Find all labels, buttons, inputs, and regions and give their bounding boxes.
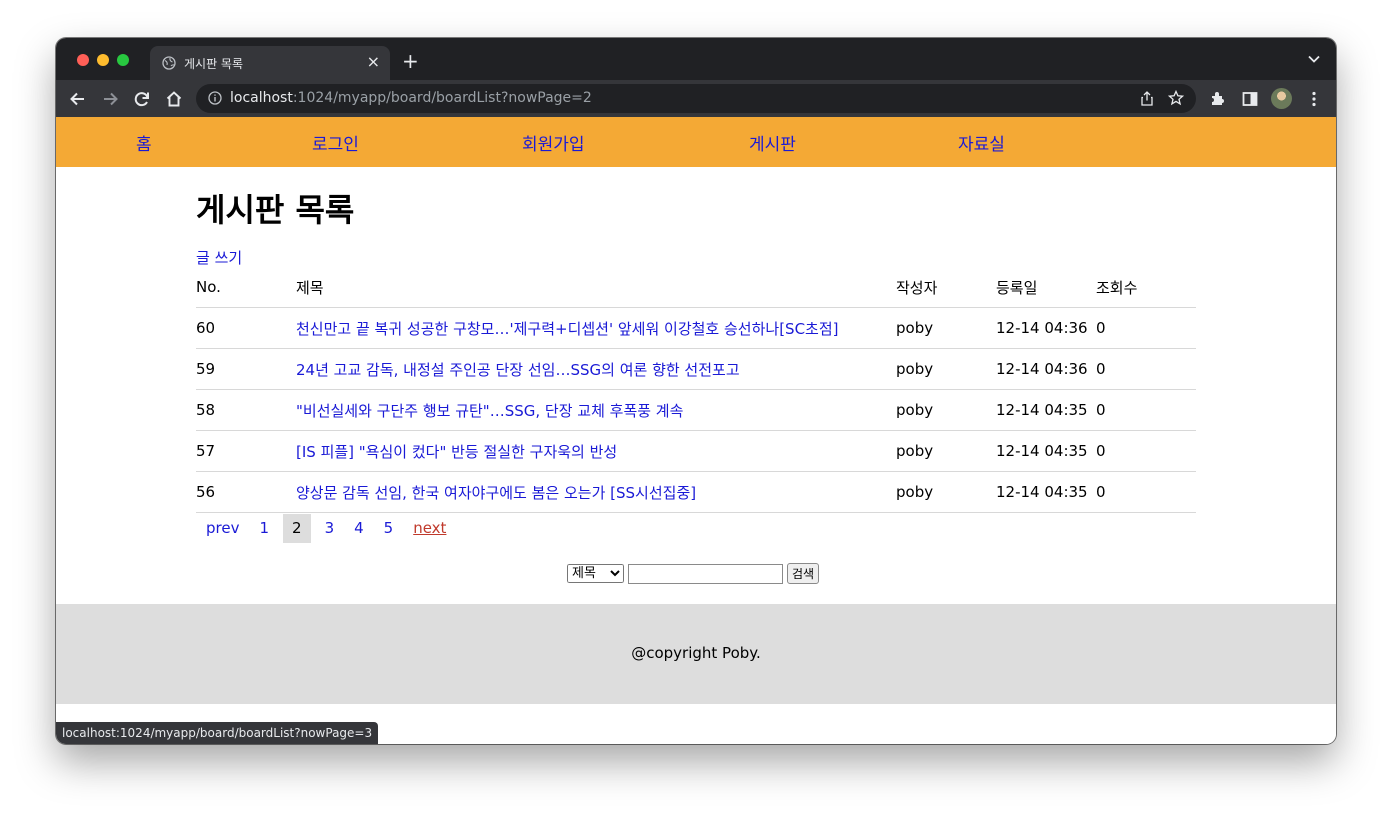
write-post-link[interactable]: 글 쓰기: [196, 247, 242, 268]
cell-title: 24년 고교 감독, 내정설 주인공 단장 선임…SSG의 여론 향한 선전포고: [296, 348, 896, 390]
header-author: 작성자: [896, 267, 996, 308]
address-bar[interactable]: localhost:1024/myapp/board/boardList?now…: [196, 84, 1196, 113]
pagination-page-4[interactable]: 4: [344, 514, 374, 543]
post-title-link[interactable]: 양상문 감독 선임, 한국 여자야구에도 봄은 오는가 [SS시선집중]: [296, 484, 696, 502]
table-header-row: No. 제목 작성자 등록일 조회수: [196, 267, 1196, 308]
post-title-link[interactable]: 천신만고 끝 복귀 성공한 구창모…'제구력+디셉션' 앞세워 이강철호 승선하…: [296, 320, 839, 338]
cell-author: poby: [896, 389, 996, 431]
tab-strip: 게시판 목록 × +: [56, 38, 1336, 80]
table-row: 56 양상문 감독 선임, 한국 여자야구에도 봄은 오는가 [SS시선집중] …: [196, 471, 1196, 513]
cell-title: "비선실세와 구단주 행보 규탄"…SSG, 단장 교체 후폭풍 계속: [296, 389, 896, 431]
copyright-text: @copyright Poby.: [631, 644, 761, 662]
search-form: 제목 검색: [567, 563, 820, 584]
table-row: 60 천신만고 끝 복귀 성공한 구창모…'제구력+디셉션' 앞세워 이강철호 …: [196, 307, 1196, 349]
pagination-page-3[interactable]: 3: [315, 514, 345, 543]
site-navbar: 홈 로그인 회원가입 게시판 자료실: [56, 117, 1336, 167]
cell-date: 12-14 04:36: [996, 348, 1096, 390]
link-status-bar: localhost:1024/myapp/board/boardList?now…: [56, 722, 379, 744]
post-title-link[interactable]: [IS 피플] "욕심이 컸다" 반등 절실한 구자욱의 반성: [296, 443, 617, 461]
bookmark-star-icon[interactable]: [1168, 90, 1184, 106]
cell-no: 57: [196, 430, 296, 472]
cell-author: poby: [896, 348, 996, 390]
cell-title: 천신만고 끝 복귀 성공한 구창모…'제구력+디셉션' 앞세워 이강철호 승선하…: [296, 307, 896, 349]
extensions-icon[interactable]: [1208, 89, 1228, 109]
search-input[interactable]: [628, 563, 783, 584]
pagination-page-1[interactable]: 1: [249, 514, 279, 543]
search-button[interactable]: 검색: [787, 563, 820, 584]
profile-avatar[interactable]: [1271, 88, 1292, 109]
page-title: 게시판 목록: [196, 191, 355, 229]
url-text[interactable]: localhost:1024/myapp/board/boardList?now…: [230, 90, 592, 106]
pagination-prev-link[interactable]: prev: [196, 514, 249, 543]
browser-toolbar: localhost:1024/myapp/board/boardList?now…: [56, 80, 1336, 117]
nav-home-link[interactable]: 홈: [136, 130, 152, 155]
cell-views: 0: [1096, 307, 1196, 349]
nav-login-link[interactable]: 로그인: [312, 130, 359, 155]
post-title-link[interactable]: "비선실세와 구단주 행보 규탄"…SSG, 단장 교체 후폭풍 계속: [296, 402, 683, 420]
cell-date: 12-14 04:35: [996, 389, 1096, 431]
cell-no: 56: [196, 471, 296, 513]
browser-tab-active[interactable]: 게시판 목록 ×: [150, 46, 390, 80]
maximize-window-button[interactable]: [117, 54, 129, 66]
cell-no: 60: [196, 307, 296, 349]
pagination-next-link[interactable]: next: [403, 514, 456, 543]
site-footer: @copyright Poby.: [56, 604, 1336, 704]
cell-no: 58: [196, 389, 296, 431]
new-tab-button[interactable]: +: [402, 51, 419, 71]
header-date: 등록일: [996, 267, 1096, 308]
cell-date: 12-14 04:36: [996, 307, 1096, 349]
back-arrow-icon[interactable]: [68, 89, 88, 109]
cell-views: 0: [1096, 389, 1196, 431]
more-menu-icon[interactable]: [1304, 89, 1324, 109]
table-row: 58 "비선실세와 구단주 행보 규탄"…SSG, 단장 교체 후폭풍 계속 p…: [196, 389, 1196, 431]
cell-no: 59: [196, 348, 296, 390]
header-title: 제목: [296, 267, 896, 308]
tab-close-icon[interactable]: ×: [367, 53, 380, 71]
cell-author: poby: [896, 307, 996, 349]
cell-title: 양상문 감독 선임, 한국 여자야구에도 봄은 오는가 [SS시선집중]: [296, 471, 896, 513]
url-host: localhost: [230, 90, 293, 106]
browser-window: 게시판 목록 × + localhost:1024/myapp/board/bo…: [56, 38, 1336, 744]
page-viewport: 홈 로그인 회원가입 게시판 자료실 게시판 목록 글 쓰기 No. 제목 작성…: [56, 117, 1336, 744]
info-icon[interactable]: [208, 91, 222, 105]
header-no: No.: [196, 267, 296, 308]
table-row: 59 24년 고교 감독, 내정설 주인공 단장 선임…SSG의 여론 향한 선…: [196, 348, 1196, 390]
globe-icon: [162, 56, 176, 70]
search-field-select[interactable]: 제목: [567, 564, 624, 583]
tab-title: 게시판 목록: [184, 57, 244, 71]
pagination: prev 1 2 3 4 5 next: [196, 514, 456, 543]
cell-author: poby: [896, 430, 996, 472]
board-table: No. 제목 작성자 등록일 조회수 60 천신만고 끝 복귀 성공한 구창모……: [196, 267, 1196, 513]
cell-author: poby: [896, 471, 996, 513]
cell-date: 12-14 04:35: [996, 471, 1096, 513]
home-icon[interactable]: [164, 89, 184, 109]
cell-views: 0: [1096, 430, 1196, 472]
reload-icon[interactable]: [132, 89, 152, 109]
minimize-window-button[interactable]: [97, 54, 109, 66]
header-views: 조회수: [1096, 267, 1196, 308]
cell-views: 0: [1096, 348, 1196, 390]
url-path: :1024/myapp/board/boardList?nowPage=2: [292, 90, 592, 106]
post-title-link[interactable]: 24년 고교 감독, 내정설 주인공 단장 선임…SSG의 여론 향한 선전포고: [296, 361, 740, 379]
nav-board-link[interactable]: 게시판: [749, 130, 796, 155]
close-window-button[interactable]: [77, 54, 89, 66]
cell-title: [IS 피플] "욕심이 컸다" 반등 절실한 구자욱의 반성: [296, 430, 896, 472]
table-row: 57 [IS 피플] "욕심이 컸다" 반등 절실한 구자욱의 반성 poby …: [196, 430, 1196, 472]
cell-date: 12-14 04:35: [996, 430, 1096, 472]
side-panel-icon[interactable]: [1240, 89, 1260, 109]
pagination-current-page: 2: [283, 514, 311, 543]
nav-archive-link[interactable]: 자료실: [958, 130, 1005, 155]
pagination-page-5[interactable]: 5: [374, 514, 404, 543]
nav-signup-link[interactable]: 회원가입: [522, 130, 585, 155]
share-icon[interactable]: [1140, 91, 1154, 106]
chevron-down-icon[interactable]: [1308, 55, 1320, 63]
cell-views: 0: [1096, 471, 1196, 513]
forward-arrow-icon[interactable]: [100, 89, 120, 109]
